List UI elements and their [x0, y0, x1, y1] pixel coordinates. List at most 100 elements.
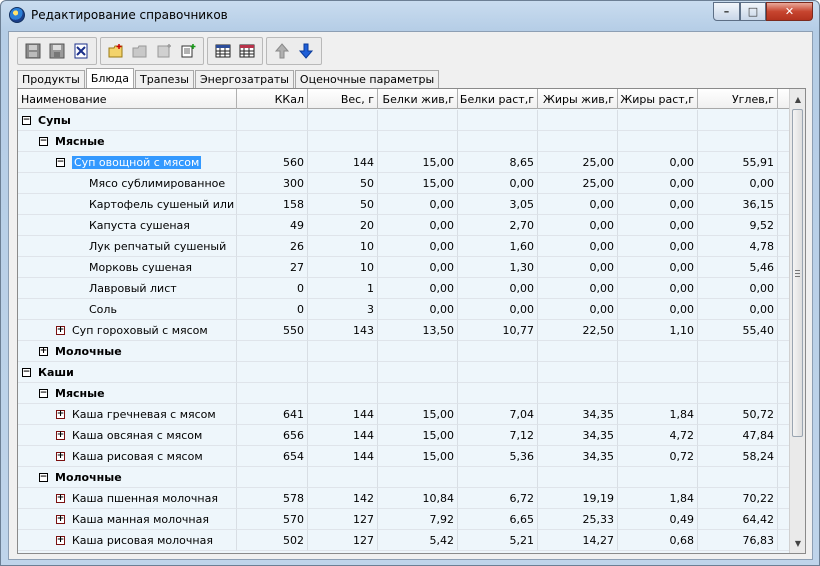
table-row[interactable]: − Суп овощной с мясом 560 144 15,00 8,65 25,00… — [18, 152, 790, 173]
cell-protein-plant[interactable] — [458, 341, 538, 362]
cell-name[interactable]: − Мясные — [18, 131, 237, 152]
cell-protein-animal[interactable] — [378, 110, 458, 131]
table-row[interactable]: Лук репчатый сушеный 26 10 0,00 1,60 0,00 0,00… — [18, 236, 790, 257]
table-row[interactable]: + Каша пшенная молочная 578 142 10,84 6,72 19,… — [18, 488, 790, 509]
column-header-weight[interactable]: Вес, г — [308, 89, 378, 109]
collapse-icon[interactable]: − — [56, 157, 65, 167]
cell-name[interactable]: + Каша гречневая с мясом — [18, 404, 237, 425]
cell-name[interactable]: − Суп овощной с мясом — [18, 152, 237, 173]
column-header-protein-animal[interactable]: Белки жив,г — [378, 89, 458, 109]
cell-protein-animal[interactable]: 10,84 — [378, 488, 458, 509]
cell-fat-plant[interactable]: 0,00 — [618, 299, 698, 320]
scroll-thumb[interactable] — [792, 109, 803, 437]
cell-fat-animal[interactable]: 25,00 — [538, 173, 618, 194]
cell-name[interactable]: − Молочные — [18, 467, 237, 488]
cell-kcal[interactable] — [237, 341, 308, 362]
column-header-protein-plant[interactable]: Белки раст,г — [458, 89, 538, 109]
table-edit-button[interactable] — [236, 40, 258, 62]
table-row[interactable]: Картофель сушеный или к...158500,003,050… — [18, 194, 790, 215]
cell-protein-plant[interactable] — [458, 110, 538, 131]
cell-weight[interactable]: 127 — [308, 509, 378, 530]
save-as-button[interactable] — [46, 40, 68, 62]
cell-carbs[interactable]: 0,00 — [698, 299, 778, 320]
cell-protein-plant[interactable] — [458, 131, 538, 152]
collapse-icon[interactable]: − — [39, 472, 48, 482]
cell-protein-animal[interactable]: 0,00 — [378, 194, 458, 215]
tab-dishes[interactable]: Блюда — [85, 68, 135, 88]
cell-fat-plant[interactable]: 0,00 — [618, 236, 698, 257]
cell-weight[interactable]: 3 — [308, 299, 378, 320]
cell-kcal[interactable]: 26 — [237, 236, 308, 257]
cell-protein-plant[interactable]: 10,77 — [458, 320, 538, 341]
cell-fat-plant[interactable]: 0,00 — [618, 257, 698, 278]
cell-protein-animal[interactable]: 15,00 — [378, 425, 458, 446]
cell-name[interactable]: Капуста сушеная — [18, 215, 237, 236]
cell-kcal[interactable]: 27 — [237, 257, 308, 278]
vertical-scrollbar[interactable]: ▲ ▼ — [789, 89, 805, 553]
cell-protein-animal[interactable] — [378, 341, 458, 362]
cell-name[interactable]: Лавровый лист — [18, 278, 237, 299]
cell-fat-animal[interactable]: 0,00 — [538, 215, 618, 236]
cell-fat-animal[interactable]: 0,00 — [538, 278, 618, 299]
cell-name[interactable]: Картофель сушеный или к... — [18, 194, 237, 215]
cell-protein-animal[interactable]: 15,00 — [378, 173, 458, 194]
cell-carbs[interactable] — [698, 110, 778, 131]
cell-carbs[interactable]: 55,91 — [698, 152, 778, 173]
collapse-icon[interactable]: − — [39, 136, 48, 146]
cell-weight[interactable]: 10 — [308, 236, 378, 257]
cell-protein-plant[interactable] — [458, 362, 538, 383]
cell-protein-plant[interactable]: 2,70 — [458, 215, 538, 236]
tab-products[interactable]: Продукты — [17, 70, 85, 88]
cell-fat-animal[interactable]: 34,35 — [538, 425, 618, 446]
cell-carbs[interactable] — [698, 467, 778, 488]
table-row[interactable]: − Мясные — [18, 383, 790, 404]
cell-kcal[interactable] — [237, 383, 308, 404]
cell-protein-animal[interactable]: 15,00 — [378, 446, 458, 467]
cell-weight[interactable] — [308, 383, 378, 404]
cell-kcal[interactable] — [237, 131, 308, 152]
cell-fat-plant[interactable]: 0,00 — [618, 278, 698, 299]
cell-protein-plant[interactable]: 6,72 — [458, 488, 538, 509]
cell-protein-plant[interactable]: 5,36 — [458, 446, 538, 467]
cell-fat-plant[interactable]: 0,68 — [618, 530, 698, 551]
table-row[interactable]: + Каша манная молочная 570 127 7,92 6,65 25,33… — [18, 509, 790, 530]
cell-kcal[interactable]: 560 — [237, 152, 308, 173]
cell-protein-plant[interactable]: 8,65 — [458, 152, 538, 173]
cell-fat-animal[interactable] — [538, 362, 618, 383]
cell-carbs[interactable]: 5,46 — [698, 257, 778, 278]
cell-weight[interactable]: 144 — [308, 152, 378, 173]
cell-weight[interactable]: 142 — [308, 488, 378, 509]
cell-carbs[interactable]: 4,78 — [698, 236, 778, 257]
cell-fat-animal[interactable] — [538, 110, 618, 131]
cell-kcal[interactable]: 300 — [237, 173, 308, 194]
cell-name[interactable]: Мясо сублимированное — [18, 173, 237, 194]
cell-fat-plant[interactable] — [618, 341, 698, 362]
cell-carbs[interactable]: 76,83 — [698, 530, 778, 551]
cell-weight[interactable] — [308, 362, 378, 383]
cell-name[interactable]: Лук репчатый сушеный — [18, 236, 237, 257]
table-row[interactable]: + Каша овсяная с мясом 656 144 15,00 7,12 34,3… — [18, 425, 790, 446]
expand-icon[interactable]: + — [56, 409, 65, 419]
cell-kcal[interactable]: 656 — [237, 425, 308, 446]
cell-carbs[interactable] — [698, 383, 778, 404]
table-row[interactable]: − Каши — [18, 362, 790, 383]
cell-kcal[interactable]: 502 — [237, 530, 308, 551]
cell-name[interactable]: + Каша рисовая с мясом — [18, 446, 237, 467]
cell-fat-plant[interactable]: 0,00 — [618, 173, 698, 194]
move-down-button[interactable] — [295, 40, 317, 62]
cell-protein-animal[interactable]: 0,00 — [378, 257, 458, 278]
cell-carbs[interactable] — [698, 341, 778, 362]
expand-icon[interactable]: + — [56, 430, 65, 440]
cell-protein-plant[interactable]: 3,05 — [458, 194, 538, 215]
table-row[interactable]: − Мясные — [18, 131, 790, 152]
cell-protein-animal[interactable]: 0,00 — [378, 278, 458, 299]
cell-protein-animal[interactable]: 15,00 — [378, 152, 458, 173]
column-header-kcal[interactable]: ККал — [237, 89, 308, 109]
table-view-button[interactable] — [212, 40, 234, 62]
cell-protein-animal[interactable]: 13,50 — [378, 320, 458, 341]
cell-name[interactable]: + Каша овсяная с мясом — [18, 425, 237, 446]
cell-protein-animal[interactable]: 7,92 — [378, 509, 458, 530]
cell-protein-plant[interactable]: 1,30 — [458, 257, 538, 278]
cell-kcal[interactable] — [237, 362, 308, 383]
cancel-button[interactable] — [70, 40, 92, 62]
